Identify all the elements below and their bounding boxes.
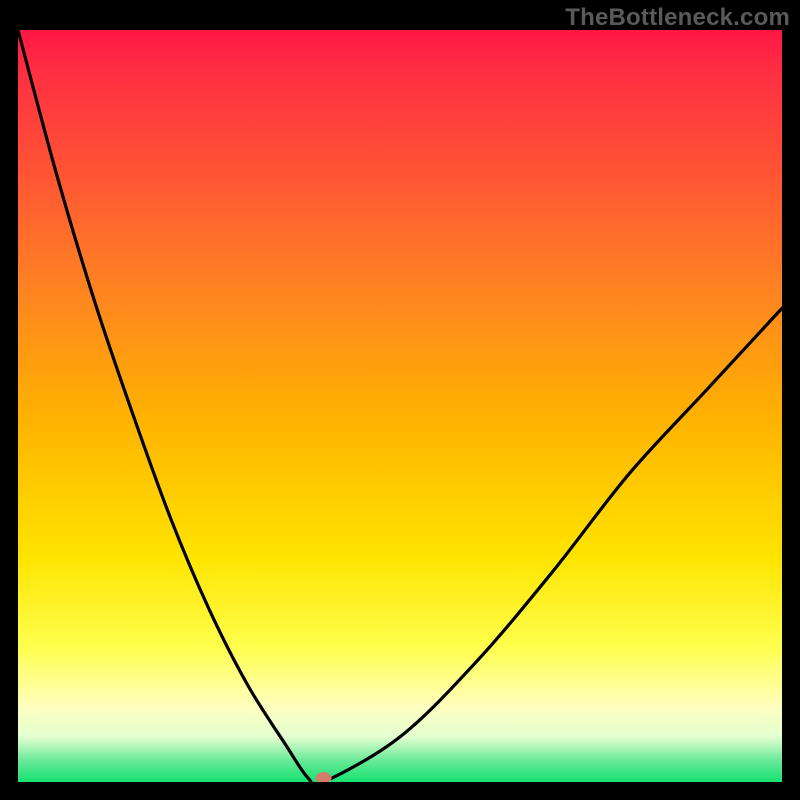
optimum-marker [316,772,332,782]
curve-layer [18,30,782,782]
chart-frame: TheBottleneck.com [0,0,800,800]
bottleneck-curve [18,30,782,782]
watermark-text: TheBottleneck.com [565,4,790,32]
plot-area [18,30,782,782]
